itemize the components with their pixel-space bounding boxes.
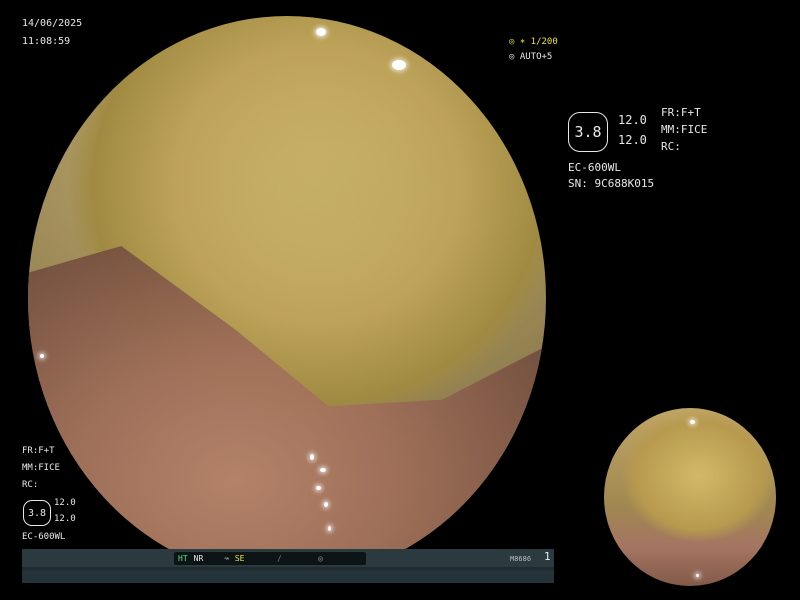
left-value-1: 12.0 bbox=[54, 498, 76, 508]
status-bar-top-row: HT NR ↝ SE ∕ ◎ M8686 1 bbox=[22, 549, 554, 567]
lock-icon: ◎ bbox=[318, 554, 323, 563]
se-label: SE bbox=[234, 554, 245, 563]
left-value-2: 12.0 bbox=[54, 514, 76, 524]
endoscope-thumbnail-view[interactable] bbox=[604, 408, 776, 586]
lock-indicator[interactable]: ◎ bbox=[314, 552, 366, 565]
zoom-badge: 3.8 bbox=[568, 112, 608, 152]
nr-label: NR bbox=[193, 554, 204, 563]
date-label: 14/06/2025 bbox=[22, 18, 83, 29]
endoscope-main-view bbox=[28, 16, 546, 580]
ht-nr-indicator[interactable]: HT NR bbox=[174, 552, 226, 565]
ht-label: HT bbox=[178, 554, 188, 563]
light-reflection bbox=[324, 502, 328, 507]
light-reflection bbox=[40, 354, 44, 358]
time-label: 11:08:59 bbox=[22, 36, 71, 47]
shutter-label: ◎ ∗ 1/200 bbox=[509, 37, 558, 47]
left-fr-label: FR:F+T bbox=[22, 446, 55, 456]
light-reflection bbox=[690, 420, 695, 424]
auto-label: ◎ AUTO+5 bbox=[509, 52, 553, 62]
mm-label: MM:FICE bbox=[661, 123, 708, 136]
se-indicator[interactable]: ↝ SE bbox=[220, 552, 278, 565]
mode-icon: ↝ bbox=[224, 554, 229, 563]
light-reflection bbox=[392, 60, 406, 70]
status-code: M8686 bbox=[510, 555, 532, 563]
scope-model: EC-600WL bbox=[568, 161, 621, 174]
light-reflection bbox=[696, 574, 699, 577]
light-reflection bbox=[316, 486, 321, 490]
status-bar: HT NR ↝ SE ∕ ◎ M8686 1 bbox=[22, 549, 554, 583]
settings-icon: ◎ bbox=[509, 37, 515, 47]
light-reflection bbox=[310, 454, 314, 460]
slash-indicator[interactable]: ∕ bbox=[273, 552, 319, 565]
pencil-icon: ∕ bbox=[277, 554, 282, 563]
status-bar-bottom-row bbox=[22, 570, 554, 583]
value-2: 12.0 bbox=[618, 133, 647, 147]
light-reflection bbox=[328, 526, 331, 531]
serial-number: SN: 9C688K015 bbox=[568, 177, 655, 190]
left-scope-model: EC-600WL bbox=[22, 532, 66, 542]
light-reflection bbox=[316, 28, 326, 36]
left-mm-label: MM:FICE bbox=[22, 463, 60, 473]
left-zoom-badge: 3.8 bbox=[23, 500, 51, 526]
mucosa-area bbox=[28, 246, 546, 580]
rc-label: RC: bbox=[661, 140, 681, 153]
light-reflection bbox=[320, 468, 326, 472]
value-1: 12.0 bbox=[618, 113, 647, 127]
left-rc-label: RC: bbox=[22, 480, 39, 490]
page-number: 1 bbox=[544, 550, 551, 563]
exposure-icon: ◎ bbox=[509, 52, 515, 62]
mucus-pool bbox=[178, 96, 478, 296]
fr-label: FR:F+T bbox=[661, 106, 701, 119]
